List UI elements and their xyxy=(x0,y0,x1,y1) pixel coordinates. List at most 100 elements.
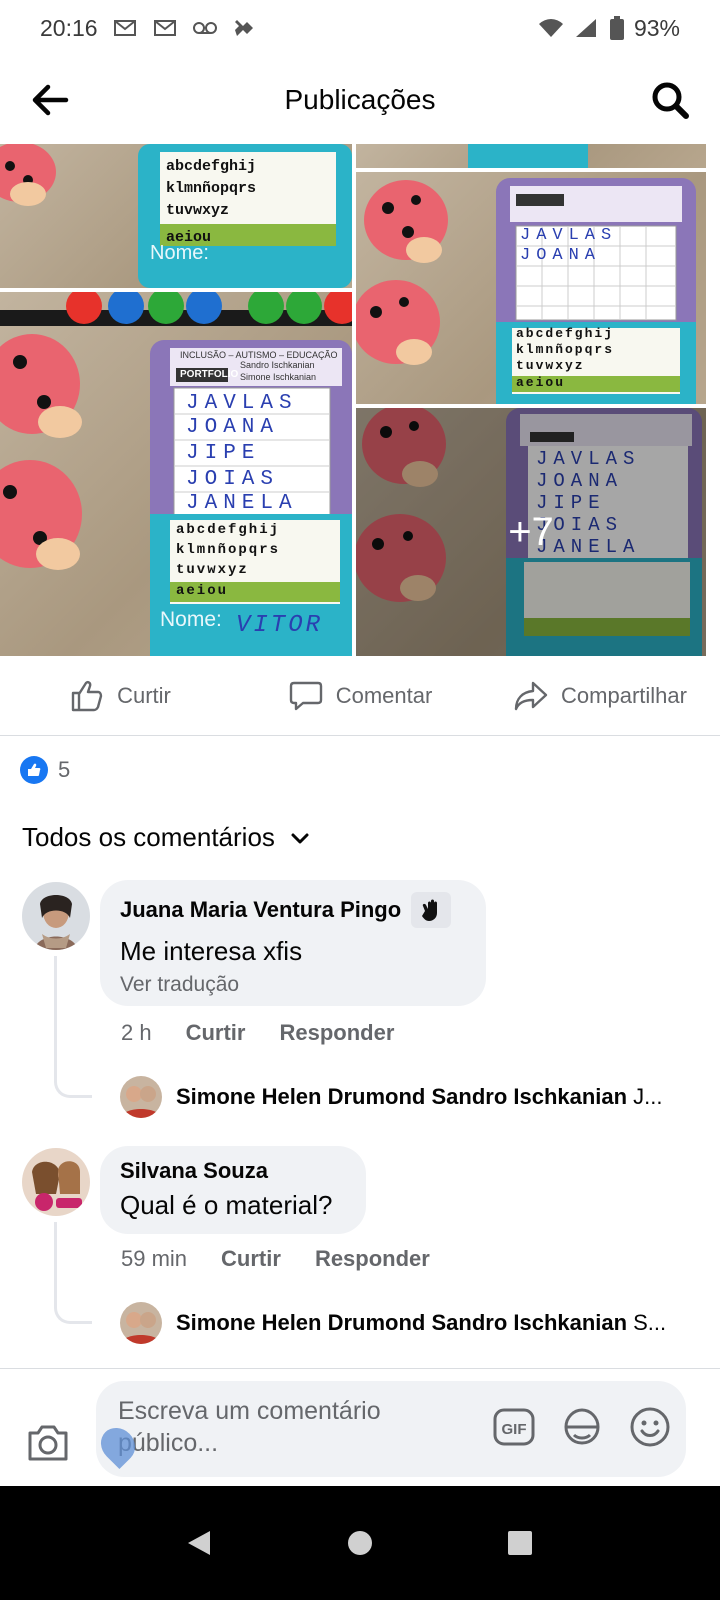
comment-bubble[interactable]: Juana Maria Ventura Pingo Me interesa xf… xyxy=(100,880,486,1006)
gif-label: GIF xyxy=(502,1421,527,1438)
comment-bubble[interactable]: Silvana Souza Qual é o material? xyxy=(100,1146,366,1234)
comment-meta: 59 min Curtir Responder xyxy=(121,1246,430,1272)
svg-text:klmnñopqrs: klmnñopqrs xyxy=(166,180,256,197)
signal-icon xyxy=(575,19,596,37)
wifi-icon xyxy=(538,19,563,37)
photo-4-image xyxy=(0,292,352,656)
photo-4-word-3: JIPE xyxy=(186,442,261,465)
avatar[interactable] xyxy=(22,882,90,950)
photo-1-image: abcdefghij klmnñopqrs tuvwxyz aeiou xyxy=(0,144,352,288)
comments-filter[interactable]: Todos os comentários xyxy=(22,822,311,853)
photo-4-alpha-4: aeiou xyxy=(176,583,229,599)
photo-4-name-value: VITOR xyxy=(236,612,324,639)
status-bar: 20:16 93% xyxy=(0,0,720,56)
share-label: Compartilhar xyxy=(561,682,687,708)
photo-1-name-label: Nome: xyxy=(150,242,209,264)
more-photos-overlay[interactable]: +7 xyxy=(356,408,706,656)
reactions-count: 5 xyxy=(58,757,71,782)
comment-author[interactable]: Juana Maria Ventura Pingo xyxy=(120,897,401,923)
photo-4-board-header: INCLUSÃO – AUTISMO – EDUCAÇÃO xyxy=(180,350,338,360)
page-title: Publicações xyxy=(284,84,436,115)
reply-snippet: J... xyxy=(633,1084,663,1109)
photo-4-name-label: Nome: xyxy=(160,608,222,631)
comment-reply-link[interactable]: Responder xyxy=(279,1020,394,1046)
photo-2-strip[interactable] xyxy=(356,144,706,168)
reply-author: Simone Helen Drumond Sandro Ischkanian xyxy=(176,1310,628,1335)
thread-line xyxy=(54,1222,92,1324)
like-button[interactable]: Curtir xyxy=(0,678,240,714)
photo-3-alpha-3: tuvwxyz xyxy=(516,358,585,373)
photo-3[interactable]: JAVLAS JOANA abcdefghij klmnñopqrs tuvwx… xyxy=(356,172,706,404)
battery-percent: 93% xyxy=(633,14,680,41)
share-button[interactable]: Compartilhar xyxy=(480,678,720,714)
photo-4-word-4: JOIAS xyxy=(186,468,280,491)
photo-4-board-brand: PORTFOLIO xyxy=(180,369,239,380)
camera-icon[interactable] xyxy=(26,1423,70,1463)
photo-4-alpha-2: klmnñopqrs xyxy=(176,542,281,558)
reply-author: Simone Helen Drumond Sandro Ischkanian xyxy=(176,1084,628,1109)
photo-4-alpha-3: tuvwxyz xyxy=(176,562,249,578)
nav-back-button[interactable] xyxy=(180,1523,220,1563)
comment-input-placeholder: Escreva um comentário público... xyxy=(118,1395,448,1459)
photo-4-alpha-1: abcdefghij xyxy=(176,522,281,538)
triangle-back-icon xyxy=(188,1531,210,1555)
more-photos-count: +7 xyxy=(508,509,554,554)
comment-author[interactable]: Silvana Souza xyxy=(120,1158,346,1184)
sticker-icon[interactable] xyxy=(560,1405,604,1449)
comments-filter-label: Todos os comentários xyxy=(22,822,275,852)
reply-avatar xyxy=(120,1076,162,1118)
comment-meta: 2 h Curtir Responder xyxy=(121,1020,394,1046)
comment-like-link[interactable]: Curtir xyxy=(186,1020,246,1046)
chevron-down-icon xyxy=(291,833,309,843)
photo-4-board-author-2: Simone Ischkanian xyxy=(240,372,317,382)
see-translation-link[interactable]: Ver tradução xyxy=(120,973,466,997)
reply-preview[interactable]: Simone Helen Drumond Sandro Ischkanian J… xyxy=(176,1084,682,1110)
photo-3-alpha-1: abcdefghij xyxy=(516,326,615,341)
avatar[interactable] xyxy=(22,1148,90,1216)
reactions-summary[interactable]: 5 xyxy=(20,756,70,784)
photo-4-word-2: JOANA xyxy=(186,416,280,439)
share-icon xyxy=(514,681,548,710)
photo-grid: abcdefghij klmnñopqrs tuvwxyz aeiou Nome… xyxy=(0,144,720,656)
gmail-icon xyxy=(153,20,176,36)
emoji-icon[interactable] xyxy=(628,1405,672,1449)
photo-4[interactable]: INCLUSÃO – AUTISMO – EDUCAÇÃO PORTFOLIO … xyxy=(0,292,352,656)
photo-4-board-author-1: Sandro Ischkanian xyxy=(240,360,315,370)
wave-hand-icon xyxy=(411,892,452,928)
thread-line xyxy=(54,956,92,1098)
comment-2: Silvana Souza Qual é o material? 59 min … xyxy=(0,1146,720,1356)
nav-recents-button[interactable] xyxy=(500,1523,540,1563)
status-time: 20:16 xyxy=(40,14,98,41)
photo-3-word-2: JOANA xyxy=(520,246,602,265)
svg-text:abcdefghij: abcdefghij xyxy=(166,158,256,175)
comment-1: Juana Maria Ventura Pingo Me interesa xf… xyxy=(0,880,720,1140)
like-reaction-icon xyxy=(20,756,48,784)
square-recents-icon xyxy=(508,1531,532,1555)
battery-icon xyxy=(609,16,624,40)
voicemail-icon xyxy=(192,22,217,34)
reply-preview[interactable]: Simone Helen Drumond Sandro Ischkanian S… xyxy=(176,1310,682,1336)
comment-text: Me interesa xfis xyxy=(120,936,303,966)
comment-input-placeholder-line-2: público... xyxy=(118,1429,219,1457)
photo-5[interactable]: JAVLAS JOANA JIPE JOIAS JANELA +7 xyxy=(356,408,706,656)
photo-3-alpha-2: klmnñopqrs xyxy=(516,342,615,357)
circle-home-icon xyxy=(348,1531,372,1555)
nav-home-button[interactable] xyxy=(340,1523,380,1563)
gmail-icon xyxy=(113,20,136,36)
comment-like-link[interactable]: Curtir xyxy=(221,1246,281,1272)
svg-text:tuvwxyz: tuvwxyz xyxy=(166,202,229,219)
arrow-left-icon[interactable] xyxy=(26,76,74,124)
gif-icon[interactable]: GIF xyxy=(492,1405,536,1449)
comment-input[interactable]: Escreva um comentário público... GIF xyxy=(96,1381,686,1477)
photo-4-word-5: JANELA xyxy=(186,492,298,515)
photo-3-alpha-4: aeiou xyxy=(516,375,566,390)
comment-text: Qual é o material? xyxy=(120,1190,333,1220)
comment-reply-link[interactable]: Responder xyxy=(315,1246,430,1272)
search-icon[interactable] xyxy=(646,76,694,124)
comment-button[interactable]: Comentar xyxy=(240,678,480,714)
app-icon xyxy=(234,20,253,36)
like-label: Curtir xyxy=(117,682,171,708)
photo-2-strip-board xyxy=(468,144,588,168)
comment-composer: Escreva um comentário público... GIF xyxy=(0,1368,720,1486)
photo-1[interactable]: abcdefghij klmnñopqrs tuvwxyz aeiou Nome… xyxy=(0,144,352,288)
